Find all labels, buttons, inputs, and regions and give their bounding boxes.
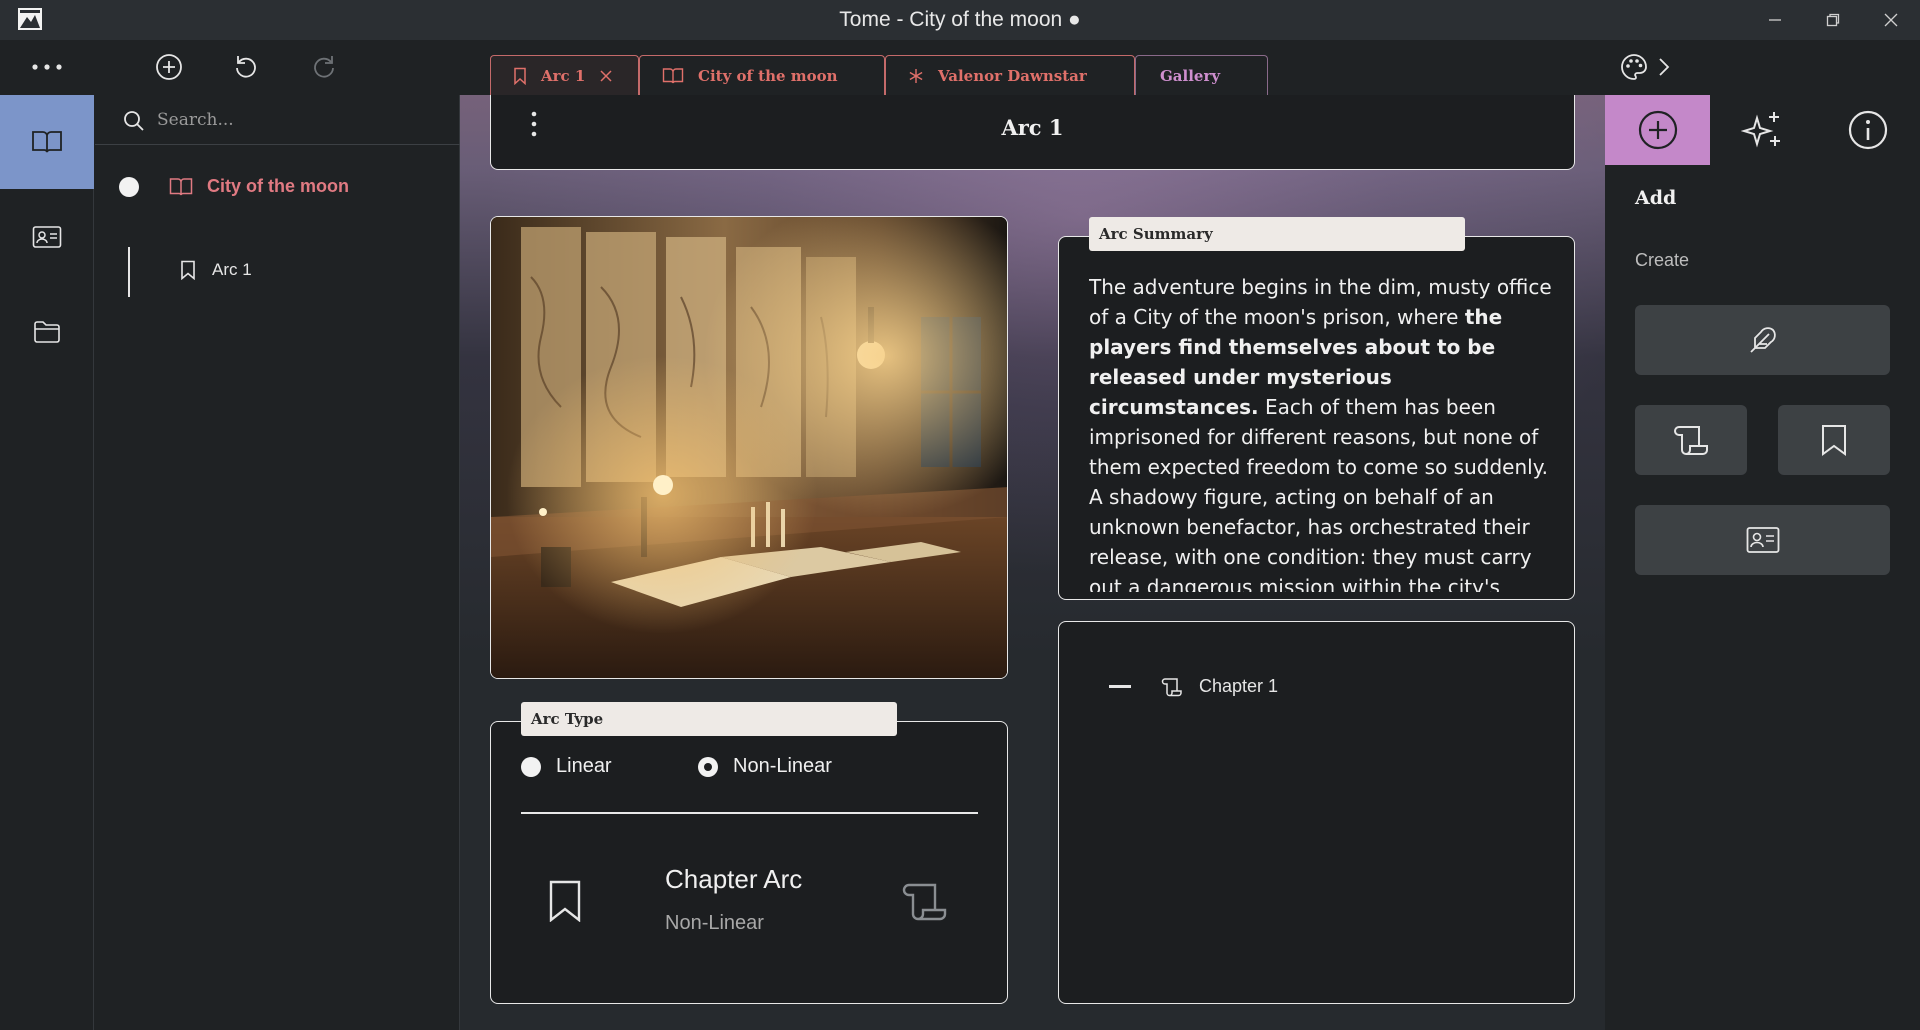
bookmark-icon xyxy=(1821,424,1847,456)
linked-arc-title[interactable]: Chapter Arc xyxy=(665,864,802,895)
title-bar: Tome - City of the moon ● xyxy=(0,0,1920,40)
scroll-icon xyxy=(1673,424,1709,456)
folder-icon xyxy=(33,320,61,344)
bookmark-icon xyxy=(513,67,527,85)
radio-linear[interactable]: Linear xyxy=(521,755,612,778)
summary-text-part: Each of them has been imprisoned for dif… xyxy=(1089,395,1549,592)
window-title: Tome - City of the moon ● xyxy=(839,8,1081,31)
search-icon xyxy=(123,110,145,132)
tree-root-label: City of the moon xyxy=(207,176,349,196)
search-bar xyxy=(95,95,460,145)
id-card-icon xyxy=(1746,526,1780,554)
radio-non-linear[interactable]: Non-Linear xyxy=(698,755,832,778)
bookmark-icon xyxy=(549,880,581,922)
chevron-right-icon[interactable] xyxy=(1652,45,1676,89)
radio-button[interactable] xyxy=(521,756,541,777)
book-icon xyxy=(662,67,684,85)
radio-label: Linear xyxy=(556,755,612,777)
radio-label: Non-Linear xyxy=(733,755,832,777)
tab-label: Gallery xyxy=(1160,66,1221,85)
panel-heading: Add xyxy=(1635,187,1677,209)
main-canvas: Arc 1 Arc Summary The adventure begins i… xyxy=(460,95,1605,1030)
expand-toggle[interactable] xyxy=(119,176,139,197)
arc-type-card: Arc Type Linear Non-Linear Chapter Arc N… xyxy=(490,702,1008,1004)
chapters-card: Chapter 1 xyxy=(1058,621,1575,1004)
scroll-icon[interactable] xyxy=(902,882,948,922)
rail-item-files[interactable] xyxy=(0,285,94,379)
tab-gallery[interactable]: Gallery xyxy=(1135,55,1268,95)
rail-item-characters[interactable] xyxy=(0,190,94,284)
summary-label: Arc Summary xyxy=(1089,217,1465,251)
feather-icon xyxy=(1747,324,1779,356)
scroll-icon xyxy=(1161,677,1183,697)
info-icon xyxy=(1847,109,1889,151)
close-window-button[interactable] xyxy=(1862,0,1920,40)
create-character-button[interactable] xyxy=(1635,505,1890,575)
book-icon xyxy=(31,129,63,155)
more-menu-icon[interactable] xyxy=(25,45,69,89)
tree-item-arc-1[interactable]: Arc 1 xyxy=(180,260,252,280)
chapter-label: Chapter 1 xyxy=(1199,676,1279,696)
palette-icon[interactable] xyxy=(1612,45,1656,89)
collapse-icon[interactable] xyxy=(1109,684,1131,689)
create-arc-button[interactable] xyxy=(1778,405,1890,475)
tree-child-label: Arc 1 xyxy=(212,260,252,279)
page-title: Arc 1 xyxy=(1001,115,1064,140)
create-note-button[interactable] xyxy=(1635,305,1890,375)
tab-info[interactable] xyxy=(1815,95,1920,165)
divider xyxy=(521,812,978,814)
chapter-row[interactable]: Chapter 1 xyxy=(1109,676,1278,697)
tab-valenor-dawnstar[interactable]: Valenor Dawnstar xyxy=(885,55,1135,95)
restore-button[interactable] xyxy=(1804,0,1862,40)
tab-label: Arc 1 xyxy=(541,66,586,85)
page-header: Arc 1 xyxy=(490,95,1575,170)
arc-type-label: Arc Type xyxy=(521,702,897,736)
tab-label: Valenor Dawnstar xyxy=(938,66,1087,85)
asterisk-icon xyxy=(908,68,924,84)
create-chapter-button[interactable] xyxy=(1635,405,1747,475)
id-card-icon xyxy=(32,225,62,249)
book-icon xyxy=(169,177,193,197)
tab-arc-1[interactable]: Arc 1 xyxy=(490,55,639,95)
add-circle-icon xyxy=(1637,109,1679,151)
summary-card: Arc Summary The adventure begins in the … xyxy=(1058,217,1575,600)
tree-panel: City of the moon Arc 1 xyxy=(95,95,460,1030)
undo-icon[interactable] xyxy=(224,45,268,89)
linked-arc-subtitle: Non-Linear xyxy=(665,912,764,934)
tree-item-root[interactable]: City of the moon xyxy=(119,176,349,197)
close-tab-icon[interactable] xyxy=(599,69,613,83)
tab-ai-generate[interactable] xyxy=(1710,95,1815,165)
panel-subheading: Create xyxy=(1635,250,1690,270)
search-input[interactable] xyxy=(157,105,437,135)
tab-city-of-the-moon[interactable]: City of the moon xyxy=(639,55,885,95)
right-panel: Add Create xyxy=(1605,95,1920,1030)
left-rail xyxy=(0,95,94,1030)
tab-add[interactable] xyxy=(1605,95,1710,165)
tab-bar: Arc 1 City of the moon Valenor Dawnstar … xyxy=(490,55,1268,95)
rail-item-books[interactable] xyxy=(0,95,94,189)
sparkles-icon xyxy=(1740,110,1785,150)
minimize-button[interactable] xyxy=(1746,0,1804,40)
add-icon[interactable] xyxy=(147,45,191,89)
radio-button-checked[interactable] xyxy=(698,756,718,777)
app-logo-icon xyxy=(18,8,42,30)
redo-icon[interactable] xyxy=(302,45,346,89)
tab-label: City of the moon xyxy=(698,66,838,85)
bookmark-icon xyxy=(180,260,196,280)
summary-text[interactable]: The adventure begins in the dim, musty o… xyxy=(1089,272,1559,592)
cover-image[interactable] xyxy=(490,216,1008,679)
tree-guide-line xyxy=(128,247,130,297)
